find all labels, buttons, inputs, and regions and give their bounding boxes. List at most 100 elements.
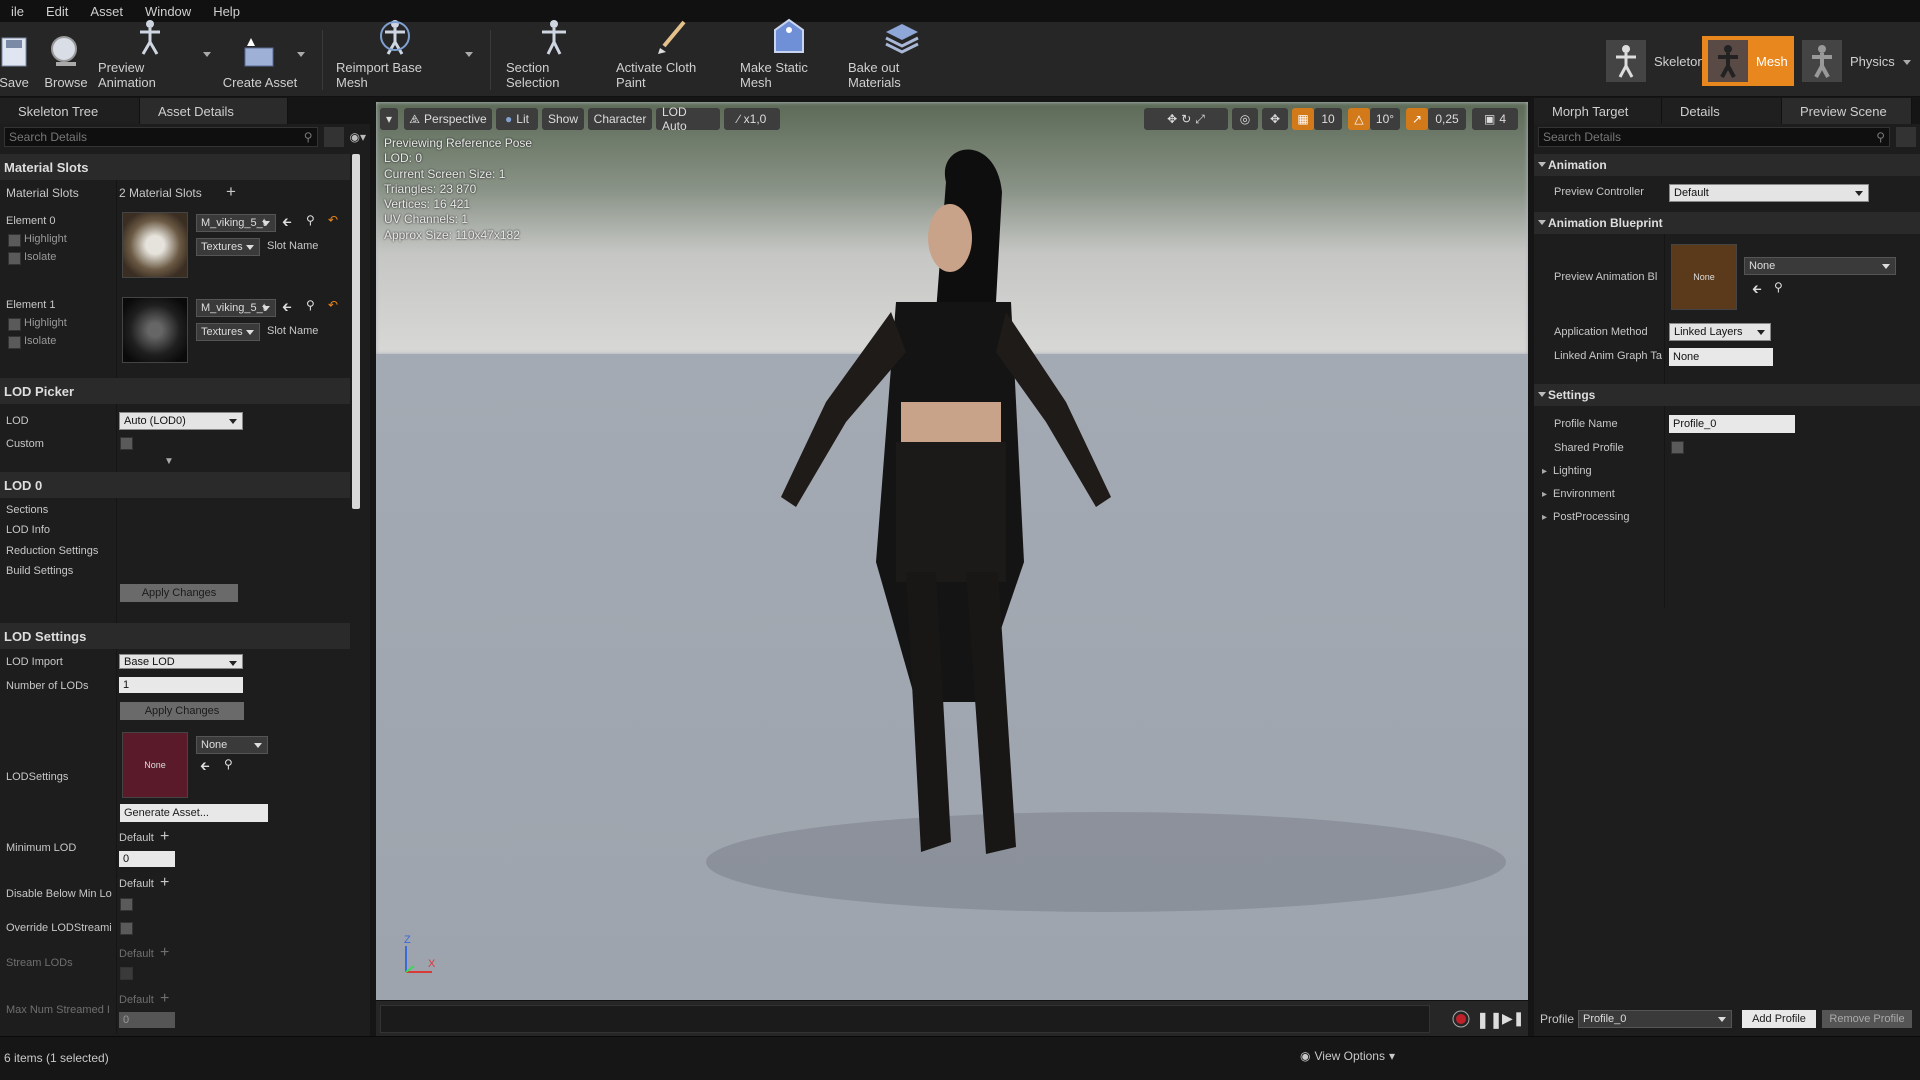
use-selected-arrow-icon[interactable]: 🡰 — [282, 213, 292, 234]
environment-expander[interactable]: Environment — [1542, 488, 1615, 500]
preview-animation-caret-icon[interactable] — [203, 52, 211, 57]
profile-name-field[interactable]: Profile_0 — [1669, 415, 1795, 433]
profile-select[interactable]: Profile_0 — [1578, 1010, 1732, 1028]
create-asset-button[interactable]: Create Asset — [222, 22, 298, 94]
reimport-caret-icon[interactable] — [465, 52, 473, 57]
apply-changes-button[interactable]: Apply Changes — [120, 702, 244, 720]
apply-changes-button[interactable]: Apply Changes — [120, 584, 238, 602]
lighting-expander[interactable]: Lighting — [1542, 465, 1592, 477]
visibility-eye-icon[interactable]: ◉▾ — [350, 130, 367, 144]
world-local-icon[interactable]: ◎ — [1232, 108, 1258, 130]
bake-out-materials-button[interactable]: Bake out Materials — [848, 22, 954, 94]
disable-below-min-checkbox[interactable] — [120, 898, 133, 911]
animation-header[interactable]: Animation — [1534, 154, 1920, 176]
menu-help[interactable]: Help — [202, 4, 251, 19]
add-override-icon[interactable]: + — [160, 828, 169, 846]
grid-snap-icon[interactable]: ▦ — [1292, 108, 1314, 130]
override-lodstreaming-checkbox[interactable] — [120, 922, 133, 935]
lod0-sections[interactable]: Sections — [6, 504, 48, 516]
linked-anim-graph-field[interactable]: None — [1669, 348, 1773, 366]
material-select[interactable]: M_viking_5_t — [196, 214, 276, 232]
menu-asset[interactable]: Asset — [79, 4, 134, 19]
animation-blueprint-header[interactable]: Animation Blueprint — [1534, 212, 1920, 234]
shared-profile-checkbox[interactable] — [1671, 441, 1684, 454]
grid-snap-value[interactable]: 10 — [1314, 108, 1342, 130]
scale-snap-icon[interactable]: ↗ — [1406, 108, 1428, 130]
anim-bp-thumbnail[interactable]: None — [1671, 244, 1737, 310]
isolate-checkbox[interactable] — [8, 252, 21, 265]
activate-cloth-paint-button[interactable]: Activate Cloth Paint — [616, 20, 728, 94]
left-scrollbar[interactable] — [352, 154, 360, 509]
remove-profile-button[interactable]: Remove Profile — [1822, 1010, 1912, 1028]
textures-dropdown[interactable]: Textures — [196, 323, 260, 341]
preview-viewport[interactable]: ▾ ⧌ Perspective ● Lit Show Character LOD A… — [376, 102, 1528, 1000]
make-static-mesh-button[interactable]: Make Static Mesh — [740, 18, 838, 94]
surface-snap-icon[interactable]: ✥ — [1262, 108, 1288, 130]
step-forward-icon[interactable]: ▶❚ — [1502, 1010, 1525, 1028]
reimport-base-mesh-button[interactable]: Reimport Base Mesh — [336, 20, 454, 94]
preview-controller-select[interactable]: Default — [1669, 184, 1869, 202]
scale-snap-value[interactable]: 0,25 — [1428, 108, 1466, 130]
view-list-icon[interactable] — [1896, 127, 1916, 147]
reset-icon[interactable]: ↶ — [328, 298, 338, 312]
anim-bp-select[interactable]: None — [1744, 257, 1896, 275]
add-profile-button[interactable]: Add Profile — [1742, 1010, 1816, 1028]
lod0-reduction-settings[interactable]: Reduction Settings — [6, 545, 98, 557]
transform-tools[interactable]: ✥ ↻ ⤢ — [1144, 108, 1228, 130]
show-button[interactable]: Show — [542, 108, 584, 130]
mode-caret-icon[interactable] — [1903, 60, 1911, 65]
view-list-icon[interactable] — [323, 127, 344, 147]
postprocessing-expander[interactable]: PostProcessing — [1542, 511, 1629, 523]
add-override-icon[interactable]: + — [160, 874, 169, 892]
tab-skeleton-tree[interactable]: Skeleton Tree — [0, 98, 140, 124]
number-of-lods-field[interactable]: 1 — [119, 677, 243, 693]
expand-chevron-down-icon[interactable]: ▼ — [164, 456, 174, 467]
tab-preview-scene[interactable]: Preview Scene — [1782, 98, 1912, 124]
record-icon[interactable] — [1452, 1010, 1470, 1028]
browse-search-icon[interactable]: ⚲ — [224, 757, 233, 771]
use-selected-arrow-icon[interactable]: 🡰 — [282, 298, 292, 319]
playback-speed-button[interactable]: ∕ x1,0 — [724, 108, 780, 130]
lodsettings-select[interactable]: None — [196, 736, 268, 754]
textures-dropdown[interactable]: Textures — [196, 238, 260, 256]
lod-auto-button[interactable]: LOD Auto — [656, 105, 720, 133]
left-search-input[interactable]: Search Details ⚲ — [4, 127, 318, 147]
material-thumbnail[interactable] — [122, 212, 188, 278]
use-selected-arrow-icon[interactable]: 🡰 — [1752, 280, 1762, 301]
settings-header[interactable]: Settings — [1534, 384, 1920, 406]
minimum-lod-field[interactable]: 0 — [119, 851, 175, 867]
save-button[interactable]: Save — [0, 22, 29, 94]
highlight-checkbox[interactable] — [8, 234, 21, 247]
character-button[interactable]: Character — [588, 108, 652, 130]
browse-search-icon[interactable]: ⚲ — [306, 298, 315, 312]
add-slot-icon[interactable]: + — [226, 182, 236, 202]
tab-details[interactable]: Details — [1662, 98, 1782, 124]
menu-file[interactable]: ile — [0, 4, 35, 19]
isolate-checkbox[interactable] — [8, 336, 21, 349]
rotation-snap-icon[interactable]: △ — [1348, 108, 1370, 130]
lod-import-select[interactable]: Base LOD — [119, 654, 243, 669]
camera-speed-button[interactable]: ▣ 4 — [1472, 108, 1518, 130]
lod0-build-settings[interactable]: Build Settings — [6, 565, 73, 577]
browse-button[interactable]: Browse — [40, 22, 92, 94]
browse-search-icon[interactable]: ⚲ — [1774, 280, 1783, 294]
create-asset-caret-icon[interactable] — [297, 52, 305, 57]
menu-window[interactable]: Window — [134, 4, 202, 19]
right-search-input[interactable]: Search Details ⚲ — [1538, 127, 1890, 147]
viewport-options-caret-icon[interactable]: ▾ — [380, 108, 398, 130]
mode-physics-button[interactable]: Physics — [1796, 36, 1901, 86]
application-method-select[interactable]: Linked Layers — [1669, 323, 1771, 341]
pause-icon[interactable]: ❚❚ — [1476, 1010, 1503, 1029]
generate-asset-button[interactable]: Generate Asset... — [120, 804, 268, 822]
rotation-snap-value[interactable]: 10° — [1370, 108, 1400, 130]
lodsettings-thumbnail[interactable]: None — [122, 732, 188, 798]
custom-checkbox[interactable] — [120, 437, 133, 450]
lod-select[interactable]: Auto (LOD0) — [119, 412, 243, 430]
browse-search-icon[interactable]: ⚲ — [306, 213, 315, 227]
timeline-track[interactable] — [380, 1005, 1430, 1033]
tab-asset-details[interactable]: Asset Details — [140, 98, 288, 124]
lit-button[interactable]: ● Lit — [496, 108, 538, 130]
mode-mesh-button[interactable]: Mesh — [1702, 36, 1794, 86]
reset-icon[interactable]: ↶ — [328, 213, 338, 227]
lod0-lod-info[interactable]: LOD Info — [6, 524, 50, 536]
